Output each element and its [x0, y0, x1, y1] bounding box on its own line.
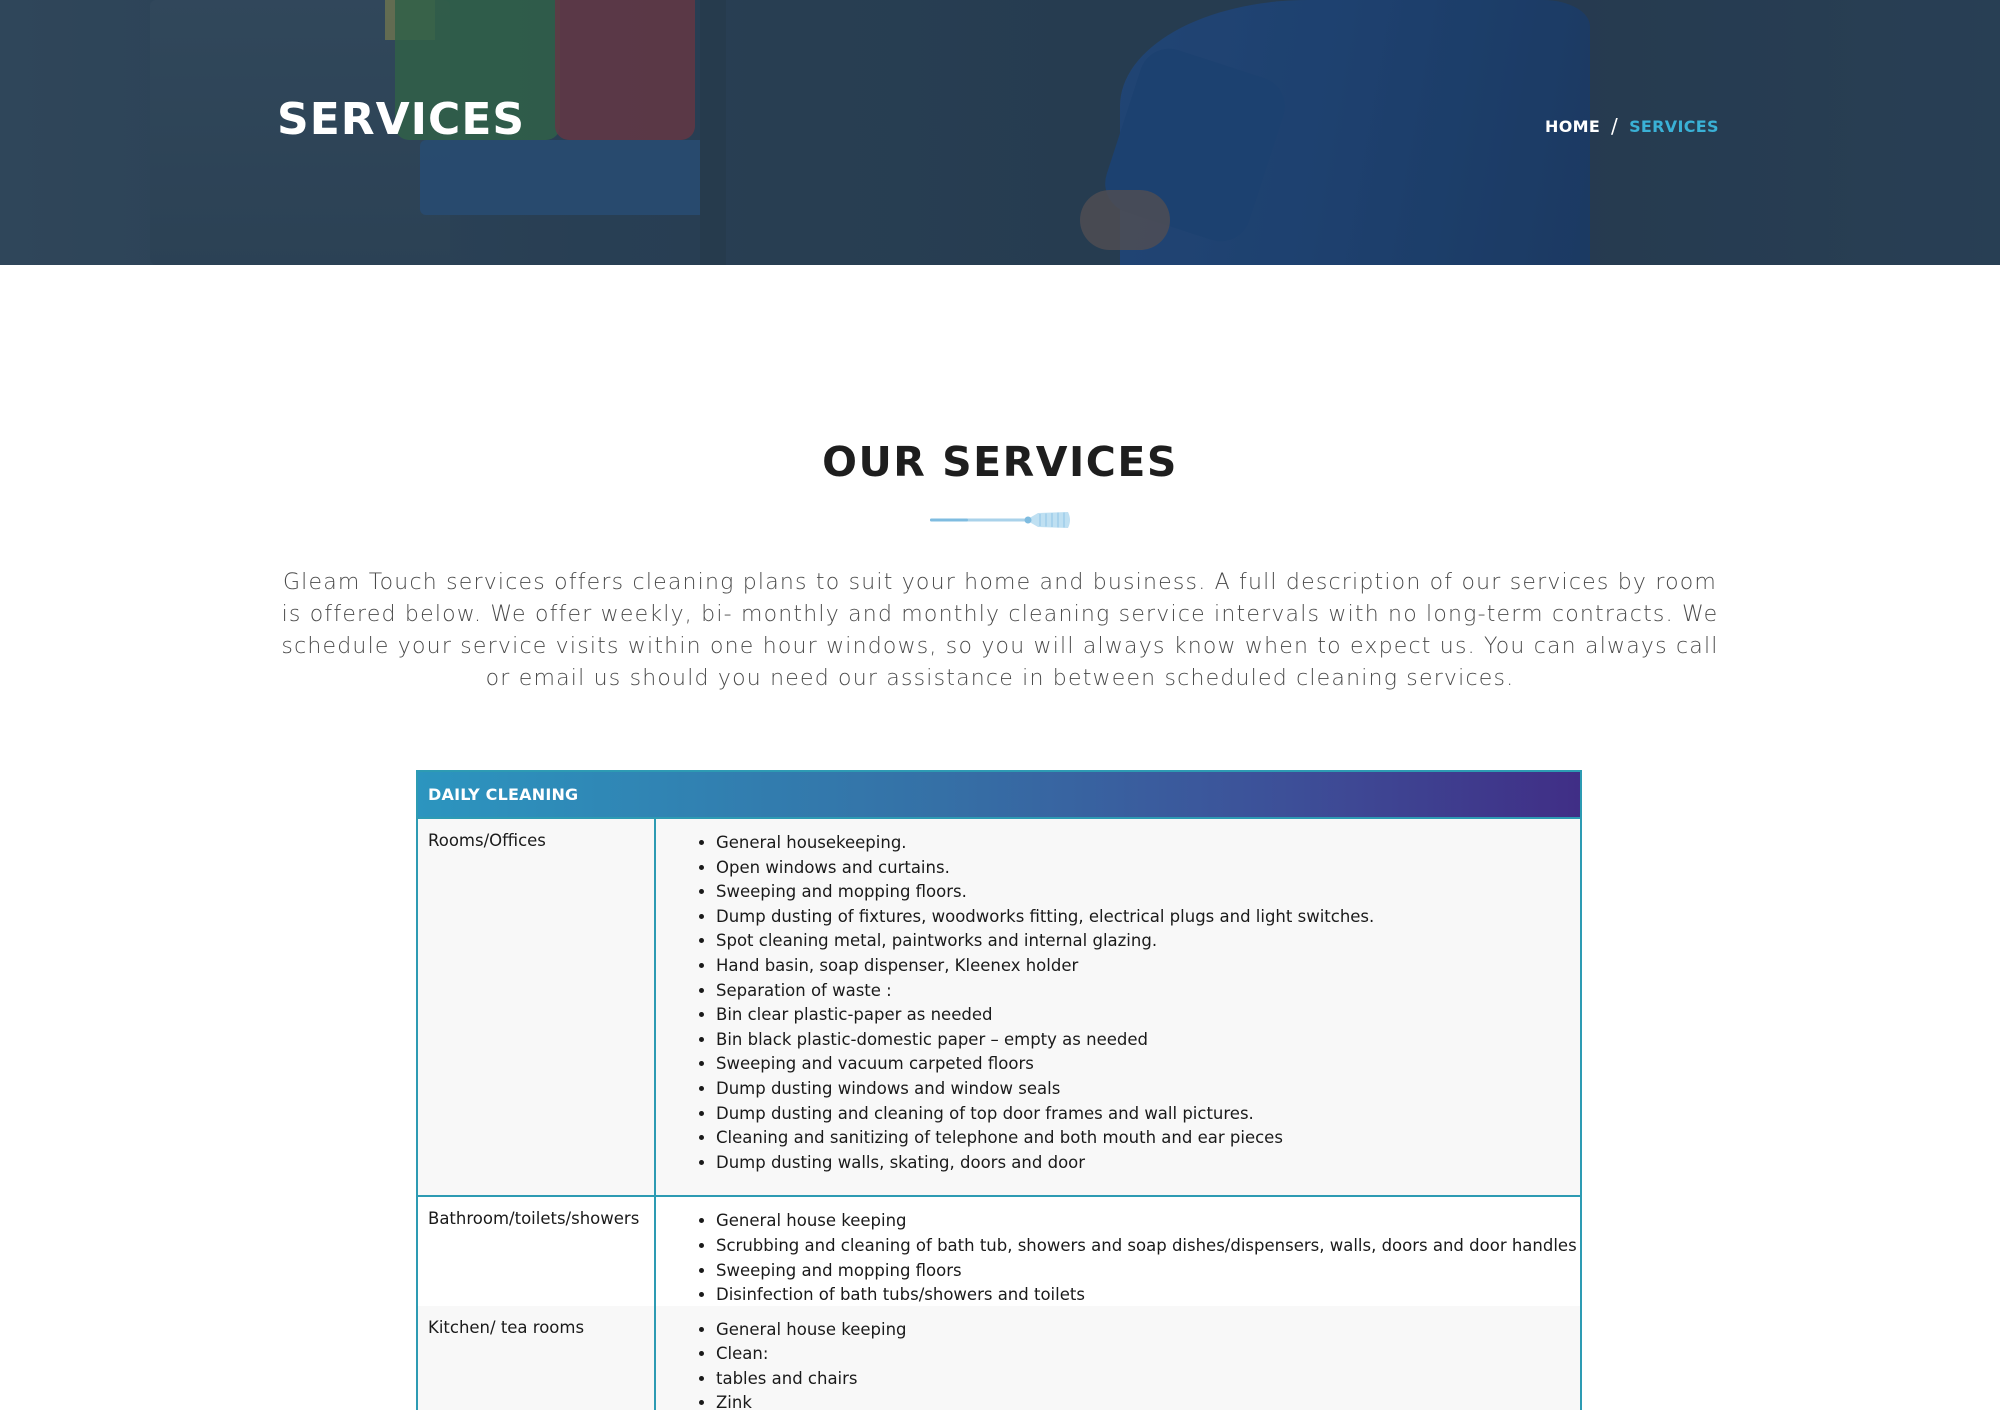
- list-item: Dump dusting windows and window seals: [716, 1077, 1580, 1102]
- breadcrumb: HOME / SERVICES: [1545, 114, 1719, 138]
- list-item: Clean:: [716, 1342, 1580, 1367]
- list-item: Cleaning and sanitizing of telephone and…: [716, 1126, 1580, 1151]
- list-item: Disinfection of bath tubs/showers and to…: [716, 1283, 1580, 1308]
- mop-icon: [930, 512, 1070, 528]
- list-item: Bin black plastic-domestic paper – empty…: [716, 1028, 1580, 1053]
- table-row: Kitchen/ tea roomsGeneral house keepingC…: [418, 1305, 1580, 1410]
- hero-banner: SERVICES HOME / SERVICES: [0, 0, 2000, 265]
- list-item: Sweeping and mopping floors.: [716, 880, 1580, 905]
- list-item: Zink: [716, 1391, 1580, 1410]
- table-body: Rooms/OfficesGeneral housekeeping.Open w…: [418, 817, 1580, 1410]
- row-label: Kitchen/ tea rooms: [418, 1305, 656, 1410]
- section-title: OUR SERVICES: [822, 438, 1178, 486]
- services-table: DAILY CLEANING Rooms/OfficesGeneral hous…: [416, 770, 1582, 1410]
- list-item: Dump dusting and cleaning of top door fr…: [716, 1102, 1580, 1127]
- table-header: DAILY CLEANING: [418, 772, 1580, 817]
- list-item: General house keeping: [716, 1318, 1580, 1343]
- list-item: Hand basin, soap dispenser, Kleenex hold…: [716, 954, 1580, 979]
- row-content: General housekeeping.Open windows and cu…: [656, 819, 1580, 1196]
- list-item: General housekeeping.: [716, 831, 1580, 856]
- list-item: Sweeping and mopping floors: [716, 1259, 1580, 1284]
- table-row: Rooms/OfficesGeneral housekeeping.Open w…: [418, 817, 1580, 1196]
- page-title: SERVICES: [277, 94, 526, 145]
- list-item: Dump dusting of fixtures, woodworks fitt…: [716, 905, 1580, 930]
- breadcrumb-home-link[interactable]: HOME: [1545, 117, 1600, 136]
- list-item: Open windows and curtains.: [716, 856, 1580, 881]
- breadcrumb-current: SERVICES: [1629, 116, 1719, 136]
- list-item: General house keeping: [716, 1209, 1580, 1234]
- row-content: General house keepingClean:tables and ch…: [656, 1305, 1580, 1410]
- list-item: Bin clear plastic-paper as needed: [716, 1003, 1580, 1028]
- list-item: Spot cleaning metal, paintworks and inte…: [716, 929, 1580, 954]
- task-list: General housekeeping.Open windows and cu…: [656, 831, 1580, 1175]
- task-list: General house keepingClean:tables and ch…: [656, 1318, 1580, 1410]
- task-list: General house keepingScrubbing and clean…: [656, 1209, 1580, 1307]
- list-item: Dump dusting walls, skating, doors and d…: [716, 1151, 1580, 1176]
- row-label: Rooms/Offices: [418, 819, 656, 1196]
- list-item: Scrubbing and cleaning of bath tub, show…: [716, 1234, 1580, 1259]
- section-intro: Gleam Touch services offers cleaning pla…: [281, 570, 1719, 691]
- list-item: Sweeping and vacuum carpeted floors: [716, 1052, 1580, 1077]
- breadcrumb-separator: /: [1611, 114, 1619, 138]
- list-item: Separation of waste :: [716, 979, 1580, 1004]
- list-item: tables and chairs: [716, 1367, 1580, 1392]
